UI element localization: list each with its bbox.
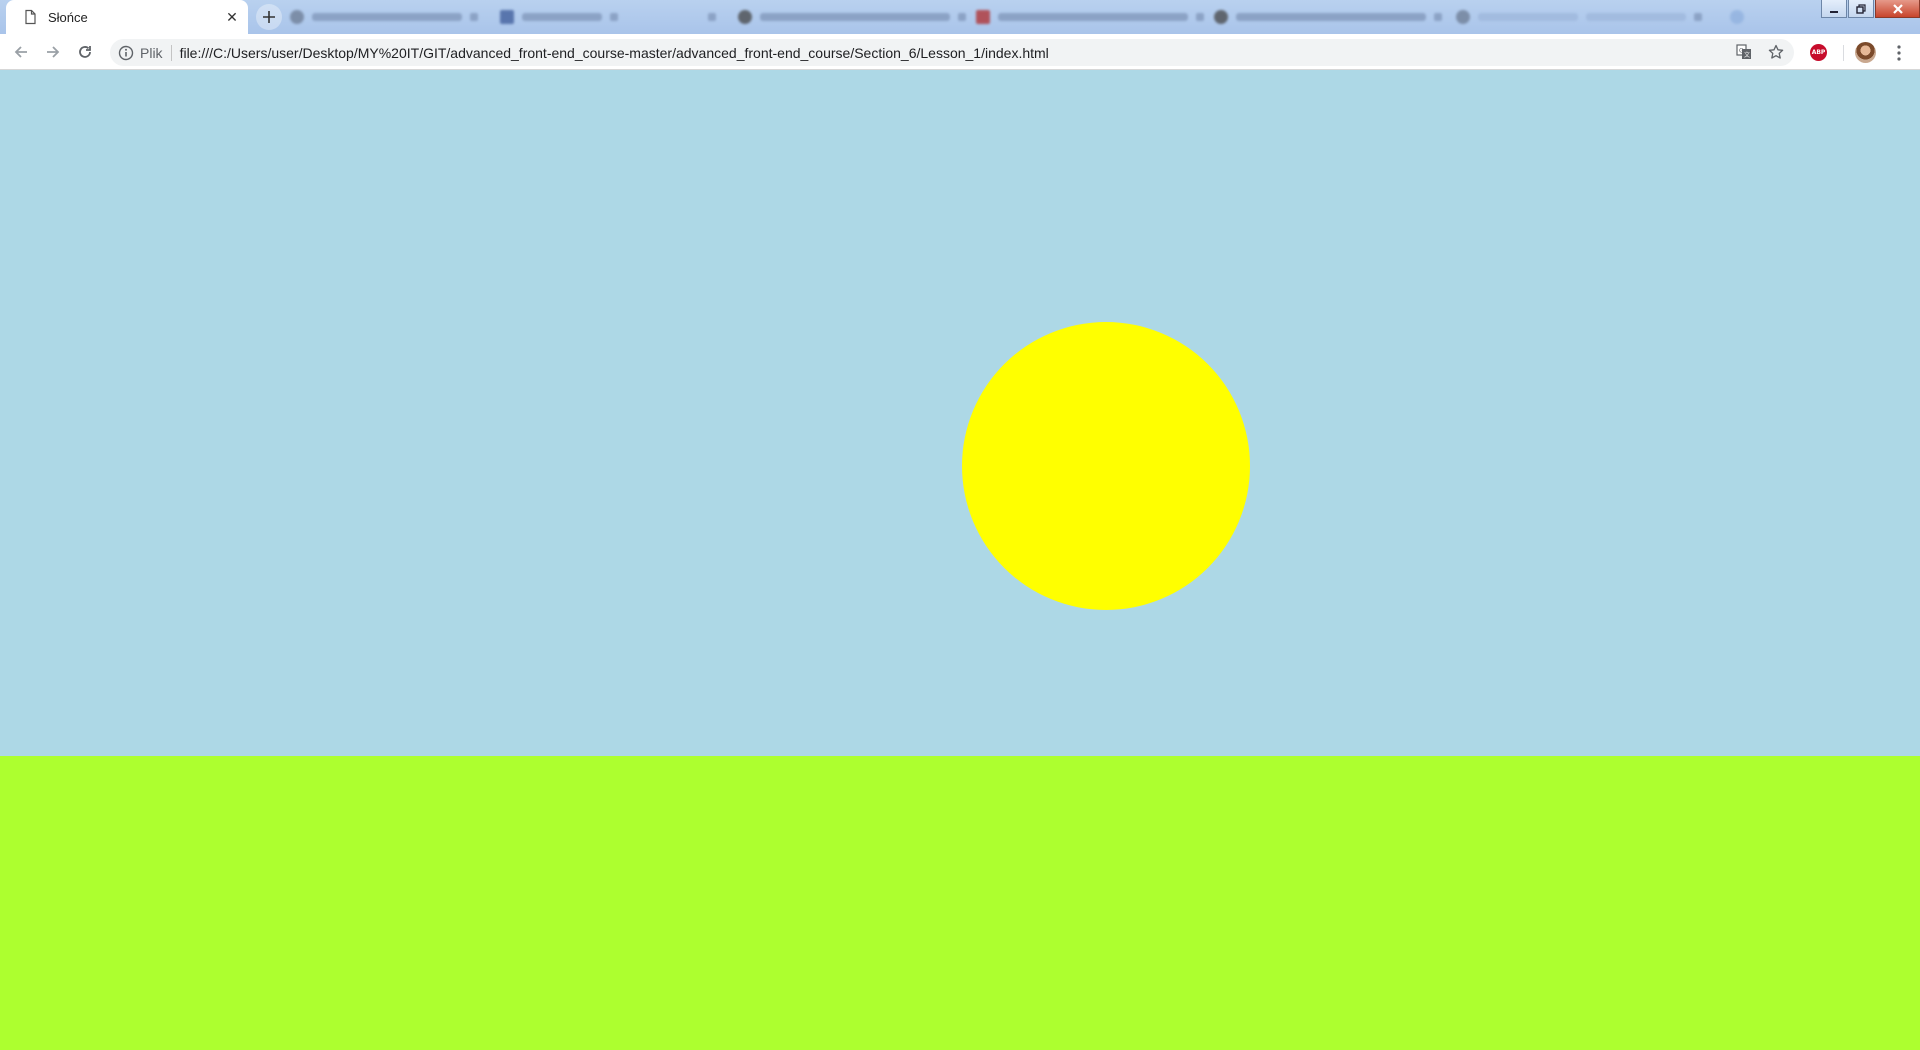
page-icon xyxy=(22,9,38,25)
scheme-label: Plik xyxy=(140,44,163,61)
window-close-button[interactable] xyxy=(1875,0,1920,18)
background-tab[interactable] xyxy=(1730,7,1744,27)
reload-button[interactable] xyxy=(74,41,96,63)
profile-avatar[interactable] xyxy=(1855,42,1876,63)
adblock-extension-icon[interactable]: ABP xyxy=(1810,44,1827,61)
arrow-left-icon xyxy=(14,46,27,58)
browser-toolbar: Plik file:///C:/Users/user/Desktop/MY%20… xyxy=(0,34,1920,70)
background-tab[interactable] xyxy=(700,7,716,27)
background-tab[interactable] xyxy=(290,7,478,27)
sky xyxy=(0,70,1920,756)
info-icon[interactable] xyxy=(118,45,134,61)
background-tab[interactable] xyxy=(1456,7,1702,27)
grass xyxy=(0,756,1920,1050)
toolbar-divider xyxy=(1843,45,1844,61)
background-tab[interactable] xyxy=(976,7,1204,27)
minimize-button[interactable] xyxy=(1821,0,1847,18)
menu-kebab-icon[interactable] xyxy=(1890,43,1908,63)
translate-icon[interactable]: G文 xyxy=(1734,42,1754,62)
new-tab-button[interactable] xyxy=(256,4,282,30)
tab-strip: Słońce ✕ xyxy=(0,0,1920,34)
svg-text:文: 文 xyxy=(1744,51,1750,59)
divider xyxy=(170,44,172,61)
bookmark-star-icon[interactable] xyxy=(1766,42,1786,62)
forward-button[interactable] xyxy=(42,41,64,63)
sun xyxy=(962,322,1250,610)
restore-icon xyxy=(1856,3,1866,14)
tab-close-icon[interactable]: ✕ xyxy=(224,9,240,25)
background-tab[interactable] xyxy=(1214,7,1442,27)
minimize-icon xyxy=(1830,10,1838,13)
back-button[interactable] xyxy=(10,41,32,63)
window-controls xyxy=(1821,0,1920,18)
reload-icon xyxy=(79,46,91,58)
arrow-right-icon xyxy=(47,46,60,58)
page-viewport xyxy=(0,70,1920,1050)
tab-title: Słońce xyxy=(48,9,88,25)
url-text[interactable]: file:///C:/Users/user/Desktop/MY%20IT/GI… xyxy=(180,45,1049,61)
close-icon xyxy=(1892,3,1903,14)
address-bar[interactable]: Plik file:///C:/Users/user/Desktop/MY%20… xyxy=(110,39,1794,66)
restore-button[interactable] xyxy=(1848,0,1874,18)
tab-active[interactable]: Słońce ✕ xyxy=(6,0,248,34)
background-tab[interactable] xyxy=(738,7,966,27)
plus-icon xyxy=(263,11,275,23)
background-tab[interactable] xyxy=(500,7,618,27)
